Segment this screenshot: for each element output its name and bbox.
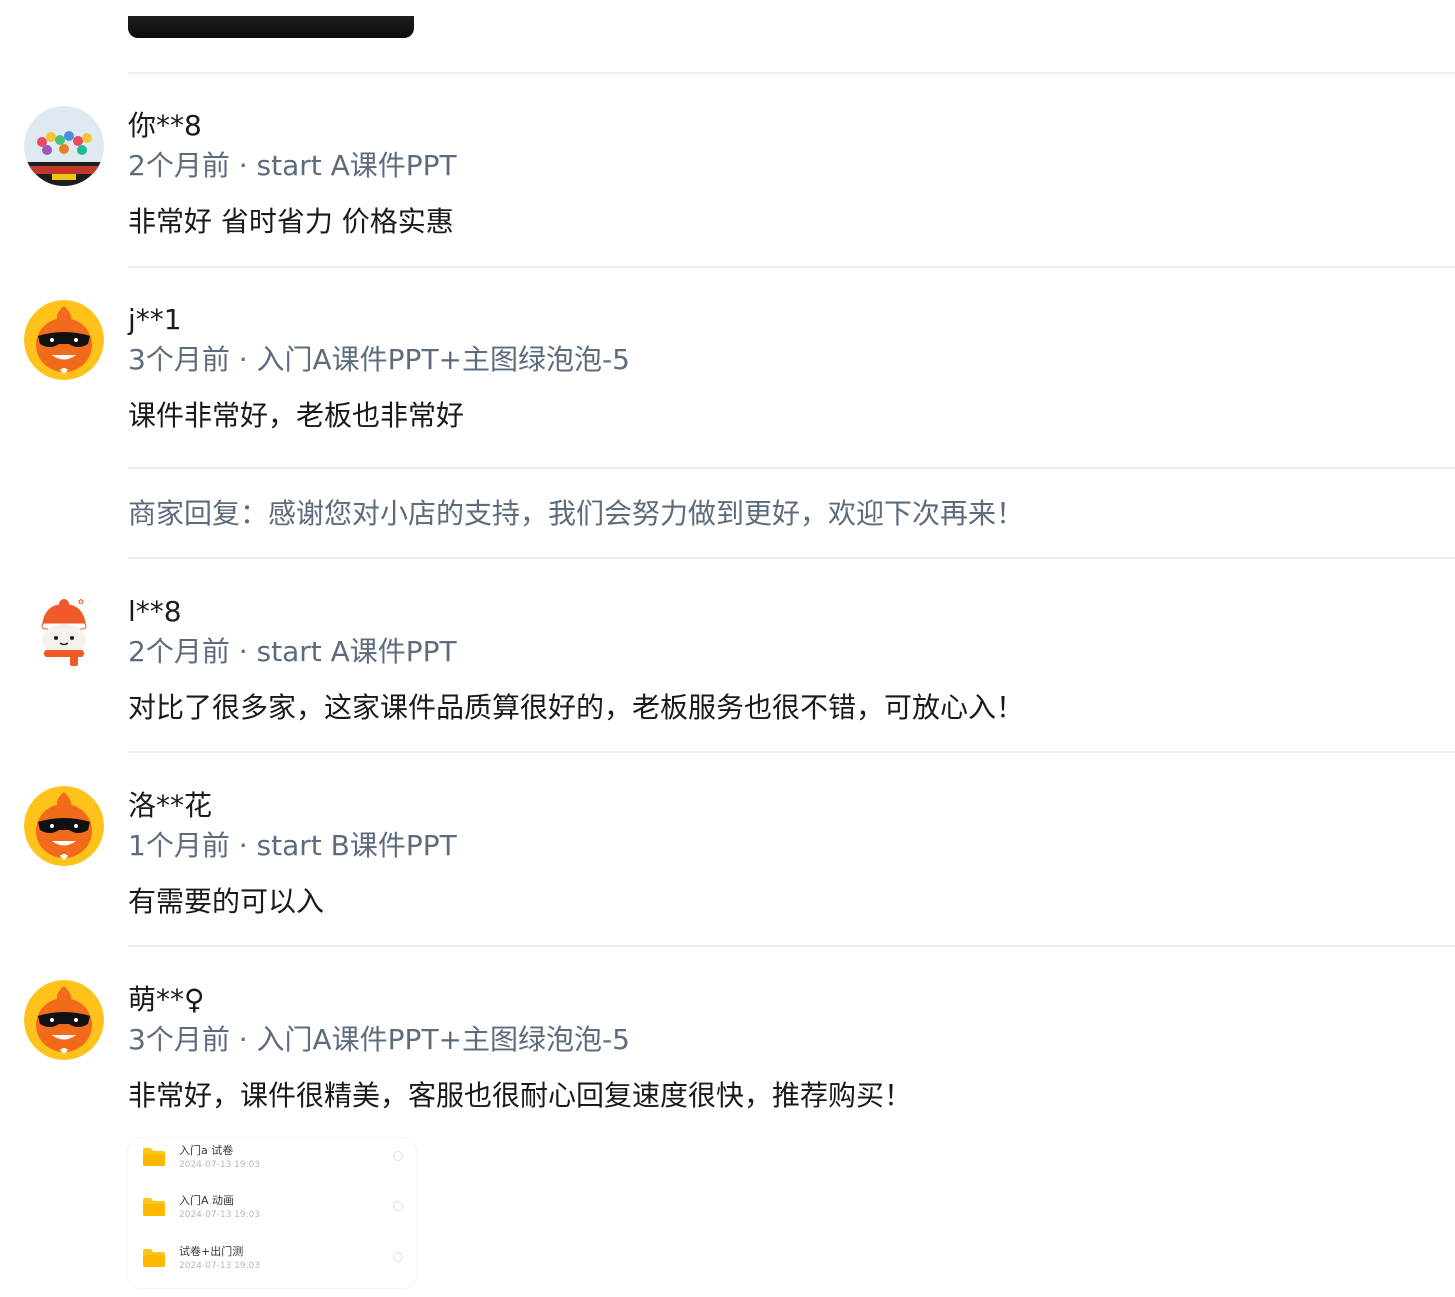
username: j**1 <box>128 303 182 336</box>
divider <box>128 266 1455 268</box>
file-name: 试卷+出门测 <box>179 1245 244 1258</box>
username: 萌**♀ <box>128 983 205 1016</box>
file-date: 2024-07-13 19:03 <box>179 1261 261 1271</box>
radio-icon <box>393 1201 403 1211</box>
file-row: 入门A 动画 2024-07-13 19:03 <box>128 1188 416 1234</box>
file-row: 入门a 试卷 2024-07-13 19:03 <box>128 1138 416 1184</box>
avatar[interactable]: ✿ <box>24 592 104 672</box>
file-name: 入门a 试卷 <box>179 1144 234 1157</box>
file-row: 试卷+出门测 2024-07-13 19:03 <box>128 1239 416 1285</box>
review-content: 课件非常好，老板也非常好 <box>128 399 465 432</box>
review-content: 有需要的可以入 <box>128 885 325 918</box>
divider <box>128 945 1455 947</box>
review-content: 对比了很多家，这家课件品质算很好的，老板服务也很不错，可放心入！ <box>128 691 1025 724</box>
review-meta: 2个月前 · start A课件PPT <box>128 149 457 182</box>
file-name: 入门A 动画 <box>179 1194 235 1207</box>
file-date: 2024-07-13 19:03 <box>179 1160 261 1170</box>
username: l**8 <box>128 595 182 628</box>
review-meta: 1个月前 · start B课件PPT <box>128 829 457 862</box>
username: 你**8 <box>128 109 202 142</box>
folder-icon <box>143 1249 165 1267</box>
review-meta: 2个月前 · start A课件PPT <box>128 635 457 668</box>
review-content: 非常好 省时省力 价格实惠 <box>128 205 454 238</box>
avatar[interactable] <box>24 106 104 186</box>
review-meta: 3个月前 · 入门A课件PPT+主图绿泡泡-5 <box>128 343 630 376</box>
divider <box>128 751 1455 753</box>
avatar[interactable] <box>24 980 104 1060</box>
avatar[interactable] <box>24 786 104 866</box>
merchant-reply: 商家回复：感谢您对小店的支持，我们会努力做到更好，欢迎下次再来！ <box>128 497 1025 530</box>
file-date: 2024-07-13 19:03 <box>179 1210 261 1220</box>
avatar[interactable] <box>24 300 104 380</box>
folder-icon <box>143 1198 165 1216</box>
radio-icon <box>393 1151 403 1161</box>
divider <box>128 557 1455 559</box>
username: 洛**花 <box>128 789 213 822</box>
divider <box>128 72 1455 74</box>
radio-icon <box>393 1252 403 1262</box>
divider <box>128 467 1455 469</box>
review-meta: 3个月前 · 入门A课件PPT+主图绿泡泡-5 <box>128 1023 630 1056</box>
svg-text:✿: ✿ <box>78 598 84 606</box>
folder-icon <box>143 1148 165 1166</box>
review-photo-thumbnail[interactable] <box>128 16 414 38</box>
review-content: 非常好，课件很精美，客服也很耐心回复速度很快，推荐购买！ <box>128 1079 913 1112</box>
review-attachment-image[interactable]: 入门a 试卷 2024-07-13 19:03 入门A 动画 2024-07-1… <box>128 1138 416 1288</box>
